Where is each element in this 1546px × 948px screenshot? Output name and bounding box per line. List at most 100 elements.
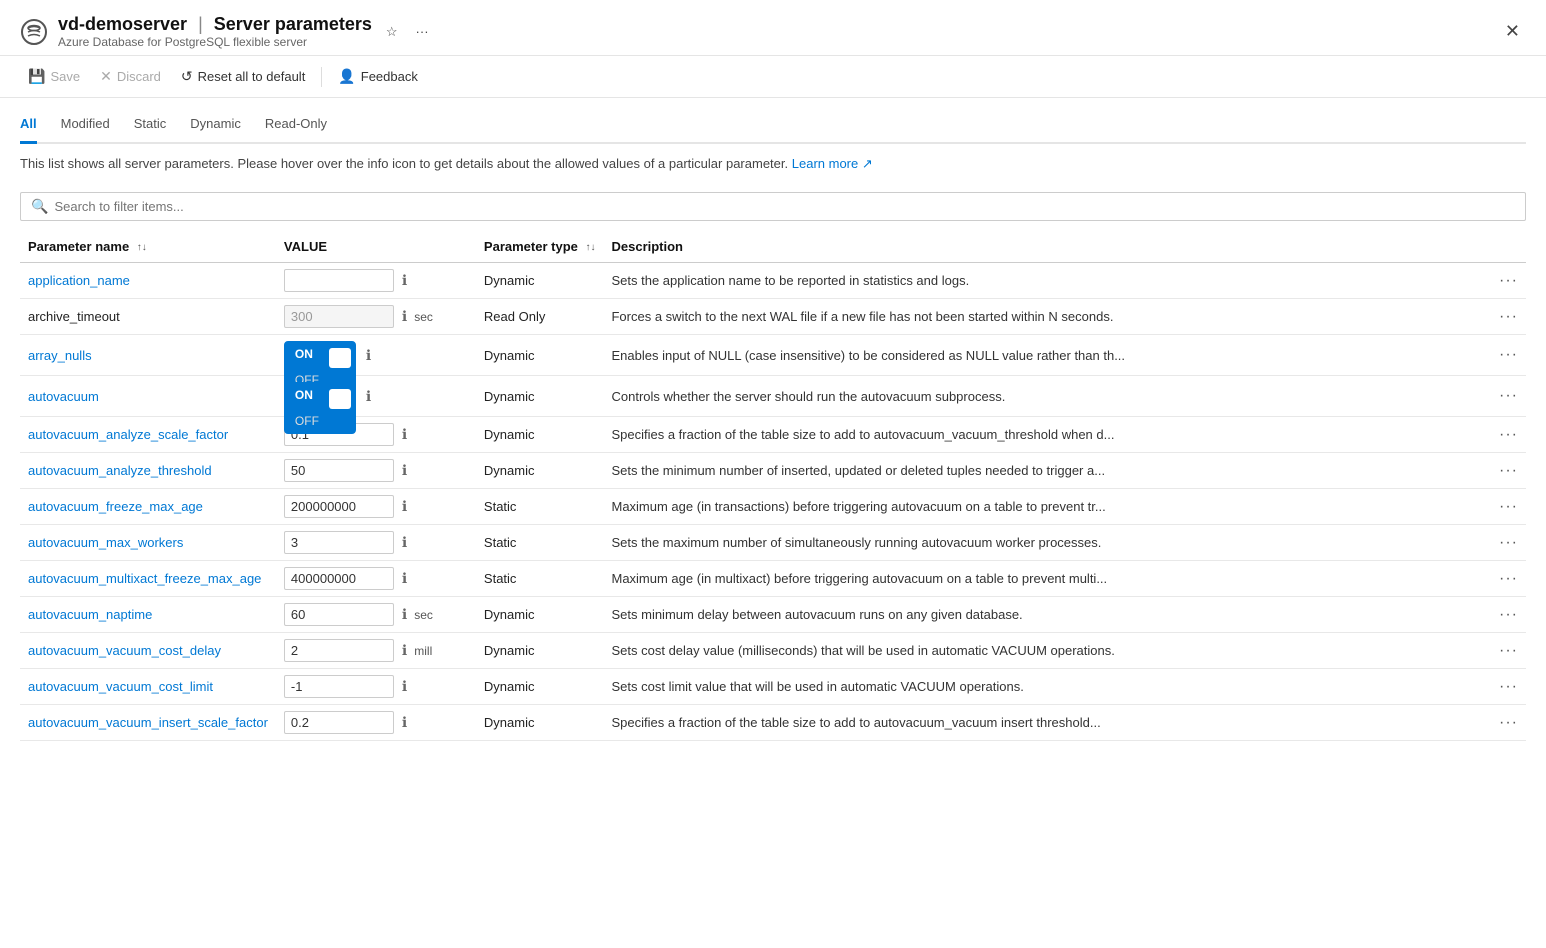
value-input[interactable]	[284, 495, 394, 518]
param-description: Sets the application name to be reported…	[611, 273, 969, 288]
value-input[interactable]	[284, 531, 394, 554]
param-name-link[interactable]: autovacuum_analyze_threshold	[28, 463, 212, 478]
unit-label: sec	[414, 608, 433, 622]
info-icon[interactable]: ℹ	[402, 308, 407, 325]
tab-modified[interactable]: Modified	[61, 110, 110, 144]
param-description: Forces a switch to the next WAL file if …	[611, 309, 1113, 324]
more-options-button[interactable]: ···	[412, 22, 433, 41]
info-icon[interactable]: ℹ	[402, 426, 407, 443]
more-options-cell: ···	[1486, 669, 1526, 705]
tabs-bar: All Modified Static Dynamic Read-Only	[0, 98, 1546, 144]
discard-icon: ✕	[100, 68, 112, 85]
toggle-switch[interactable]: ON OFF	[284, 382, 356, 410]
row-more-button[interactable]: ···	[1499, 498, 1518, 516]
row-more-button[interactable]: ···	[1499, 426, 1518, 444]
close-button[interactable]: ✕	[1499, 19, 1526, 44]
row-more-button[interactable]: ···	[1499, 387, 1518, 405]
sort-icon-name[interactable]: ↑↓	[137, 242, 147, 253]
more-options-cell: ···	[1486, 417, 1526, 453]
close-icon: ✕	[1505, 21, 1520, 41]
tab-readonly[interactable]: Read-Only	[265, 110, 327, 144]
param-name-link[interactable]: autovacuum_naptime	[28, 607, 152, 622]
value-input[interactable]	[284, 459, 394, 482]
value-input[interactable]	[284, 603, 394, 626]
param-name-link[interactable]: autovacuum_vacuum_cost_delay	[28, 643, 221, 658]
row-more-button[interactable]: ···	[1499, 678, 1518, 696]
param-name-link[interactable]: autovacuum_vacuum_insert_scale_factor	[28, 715, 268, 730]
param-description: Sets cost limit value that will be used …	[611, 679, 1023, 694]
row-more-button[interactable]: ···	[1499, 606, 1518, 624]
param-name-link[interactable]: autovacuum_multixact_freeze_max_age	[28, 571, 261, 586]
info-icon[interactable]: ℹ	[402, 678, 407, 695]
reset-label: Reset all to default	[198, 69, 306, 84]
param-description: Sets minimum delay between autovacuum ru…	[611, 607, 1022, 622]
param-name-link[interactable]: autovacuum	[28, 389, 99, 404]
param-name-link[interactable]: array_nulls	[28, 348, 92, 363]
subtitle: Azure Database for PostgreSQL flexible s…	[58, 35, 372, 49]
server-name: vd-demoserver	[58, 14, 187, 34]
param-value-cell: ℹ	[276, 453, 476, 488]
row-more-button[interactable]: ···	[1499, 272, 1518, 290]
row-more-button[interactable]: ···	[1499, 462, 1518, 480]
info-icon[interactable]: ℹ	[402, 570, 407, 587]
tab-dynamic[interactable]: Dynamic	[190, 110, 241, 144]
param-name-link[interactable]: autovacuum_analyze_scale_factor	[28, 427, 228, 442]
param-type: Dynamic	[476, 376, 604, 417]
learn-more-text: Learn more	[792, 156, 858, 171]
feedback-icon: 👤	[338, 68, 355, 85]
discard-button[interactable]: ✕ Discard	[92, 64, 169, 89]
page-title-text: Server parameters	[214, 14, 372, 34]
row-more-button[interactable]: ···	[1499, 308, 1518, 326]
info-icon[interactable]: ℹ	[402, 498, 407, 515]
value-input[interactable]	[284, 567, 394, 590]
info-icon[interactable]: ℹ	[366, 347, 371, 364]
table-row: autovacuum_analyze_thresholdℹDynamicSets…	[20, 453, 1526, 489]
col-header-type: Parameter type ↑↓	[476, 231, 604, 263]
more-options-cell: ···	[1486, 489, 1526, 525]
param-type: Dynamic	[476, 263, 604, 299]
info-icon[interactable]: ℹ	[402, 534, 407, 551]
tab-all[interactable]: All	[20, 110, 37, 144]
info-icon[interactable]: ℹ	[402, 272, 407, 289]
param-name-link[interactable]: autovacuum_vacuum_cost_limit	[28, 679, 213, 694]
info-icon[interactable]: ℹ	[402, 462, 407, 479]
row-more-button[interactable]: ···	[1499, 570, 1518, 588]
param-name-link[interactable]: application_name	[28, 273, 130, 288]
reset-button[interactable]: ↺ Reset all to default	[173, 64, 313, 89]
unit-label: sec	[414, 310, 433, 324]
value-input[interactable]	[284, 675, 394, 698]
info-icon[interactable]: ℹ	[366, 388, 371, 405]
value-input[interactable]	[284, 639, 394, 662]
param-type: Dynamic	[476, 417, 604, 453]
feedback-button[interactable]: 👤 Feedback	[330, 64, 426, 89]
row-more-button[interactable]: ···	[1499, 714, 1518, 732]
more-options-cell: ···	[1486, 633, 1526, 669]
discard-label: Discard	[117, 69, 161, 84]
toggle-switch[interactable]: ON OFF	[284, 341, 356, 369]
sort-icon-type[interactable]: ↑↓	[585, 242, 595, 253]
row-more-button[interactable]: ···	[1499, 346, 1518, 364]
save-label: Save	[50, 69, 80, 84]
search-input[interactable]	[54, 199, 1515, 214]
row-more-button[interactable]: ···	[1499, 642, 1518, 660]
value-input[interactable]	[284, 711, 394, 734]
param-type: Dynamic	[476, 669, 604, 705]
param-name-link[interactable]: autovacuum_max_workers	[28, 535, 183, 550]
info-icon[interactable]: ℹ	[402, 642, 407, 659]
param-name-link[interactable]: autovacuum_freeze_max_age	[28, 499, 203, 514]
learn-more-link[interactable]: Learn more ↗	[792, 156, 873, 171]
ellipsis-icon: ···	[416, 24, 429, 39]
save-icon: 💾	[28, 68, 45, 85]
more-options-cell: ···	[1486, 453, 1526, 489]
row-more-button[interactable]: ···	[1499, 534, 1518, 552]
info-icon[interactable]: ℹ	[402, 606, 407, 623]
info-icon[interactable]: ℹ	[402, 714, 407, 731]
server-icon	[20, 18, 48, 46]
col-header-more	[1486, 231, 1526, 263]
tab-static[interactable]: Static	[134, 110, 167, 144]
value-input[interactable]	[284, 269, 394, 292]
save-button[interactable]: 💾 Save	[20, 64, 88, 89]
star-icon: ☆	[386, 24, 398, 40]
title-text: vd-demoserver | Server parameters Azure …	[58, 14, 372, 49]
star-button[interactable]: ☆	[382, 22, 402, 42]
